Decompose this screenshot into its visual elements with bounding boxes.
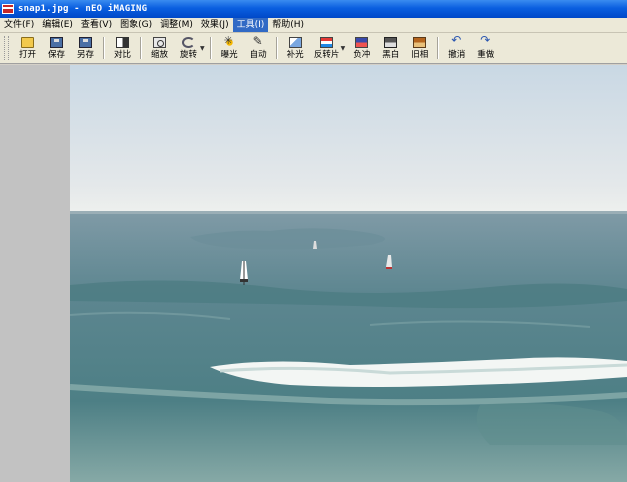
fill-light-button[interactable]: 补光 (281, 33, 310, 63)
contrast-label: 对比 (113, 49, 131, 60)
negative-button[interactable]: 负冲 (347, 33, 376, 63)
rotate-icon (182, 36, 195, 48)
menu-adjust[interactable]: 调整(M) (156, 18, 197, 32)
photo-canvas[interactable] (70, 65, 627, 482)
menu-bar: 文件(F) 编辑(E) 查看(V) 图象(G) 调整(M) 效果(J) 工具(I… (0, 18, 627, 33)
disk-icon (50, 36, 63, 48)
image-workspace[interactable] (0, 65, 627, 482)
zoom-label: 缩放 (150, 49, 168, 60)
undo-label: 撤消 (448, 49, 466, 60)
exposure-button[interactable]: 曝光 (215, 33, 244, 63)
invert-icon (320, 36, 334, 48)
menu-tools[interactable]: 工具(I) (232, 18, 269, 32)
auto-label: 自动 (249, 49, 267, 60)
fill-light-label: 补光 (286, 49, 304, 60)
redo-icon (479, 33, 492, 48)
sun-icon (222, 34, 236, 48)
wand-icon (252, 34, 265, 48)
toolbar-separator (437, 37, 440, 59)
zoom-button[interactable]: 缩放 (145, 33, 174, 63)
menu-effects[interactable]: 效果(J) (197, 18, 233, 32)
open-label: 打开 (18, 49, 36, 60)
disk-icon (79, 36, 92, 48)
sepia-label: 旧相 (411, 49, 429, 60)
menu-edit[interactable]: 编辑(E) (38, 18, 77, 32)
rotate-label: 旋转 (179, 49, 197, 60)
rotate-button[interactable]: 旋转 (174, 33, 203, 63)
menu-file[interactable]: 文件(F) (0, 18, 38, 32)
open-button[interactable]: 打开 (13, 33, 42, 63)
toolbar-separator (140, 37, 142, 59)
window-title: snap1.jpg - nEO iMAGING (18, 4, 148, 14)
invert-button[interactable]: 反转片 (310, 33, 344, 63)
toolbar-grip[interactable] (4, 36, 9, 60)
save-label: 保存 (47, 49, 65, 60)
save-button[interactable]: 保存 (42, 33, 71, 63)
sepia-icon (413, 36, 427, 48)
save-as-button[interactable]: 另存 (71, 33, 100, 63)
exposure-label: 曝光 (220, 49, 238, 60)
ocean-photo (70, 211, 627, 482)
undo-icon (450, 33, 463, 48)
toolbar-separator (275, 37, 278, 59)
toolbar: 打开 保存 另存 对比 缩放 旋转 ▼ 曝光 自动 补光 反转片 ▼ (0, 33, 627, 64)
bw-label: 黑白 (382, 49, 400, 60)
contrast-icon (116, 36, 129, 48)
menu-help[interactable]: 帮助(H) (268, 18, 308, 32)
zoom-icon (153, 36, 166, 48)
title-bar[interactable]: snap1.jpg - nEO iMAGING (0, 0, 627, 18)
bw-icon (384, 36, 398, 48)
invert-dropdown-icon[interactable]: ▼ (341, 45, 346, 52)
folder-icon (21, 36, 34, 48)
toolbar-separator (209, 37, 212, 59)
auto-button[interactable]: 自动 (244, 33, 273, 63)
menu-image[interactable]: 图象(G) (116, 18, 156, 32)
negative-icon (355, 36, 369, 48)
redo-label: 重做 (477, 49, 495, 60)
save-as-label: 另存 (76, 49, 94, 60)
bw-button[interactable]: 黑白 (376, 33, 405, 63)
redo-button[interactable]: 重做 (471, 33, 500, 63)
app-icon[interactable] (2, 4, 14, 14)
rotate-dropdown-icon[interactable]: ▼ (200, 45, 205, 52)
menu-view[interactable]: 查看(V) (77, 18, 116, 32)
invert-label: 反转片 (313, 49, 340, 60)
negative-label: 负冲 (353, 49, 371, 60)
contrast-button[interactable]: 对比 (108, 33, 137, 63)
sepia-button[interactable]: 旧相 (405, 33, 434, 63)
toolbar-separator (103, 37, 105, 59)
undo-button[interactable]: 撤消 (442, 33, 471, 63)
fill-light-icon (288, 36, 302, 48)
